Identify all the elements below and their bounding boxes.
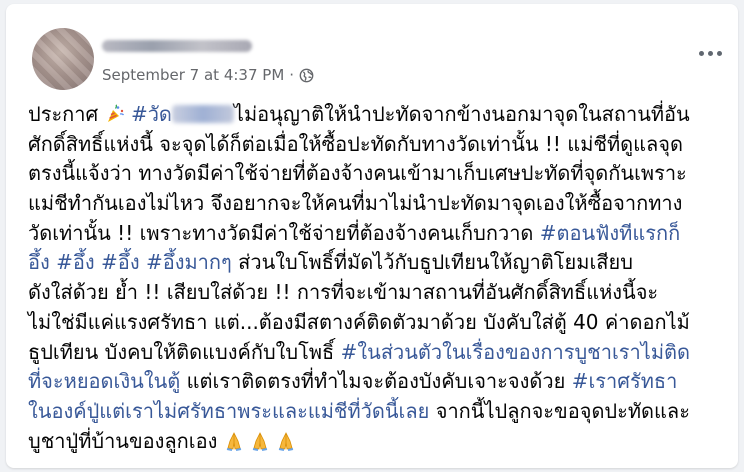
post-line: บูชาปู่ที่บ้านของลูกเอง: [28, 427, 736, 457]
post-line: ไม่ใช่มีแค่แรงศรัทธา แต่...ต้องมีสตางค์ต…: [28, 308, 736, 338]
post-card: September 7 at 4:37 PM · ประกาศ #วัด ไม่อ…: [6, 4, 738, 468]
folded-hands-icon: [279, 431, 294, 451]
text-segment: ธูปเทียน บังคบให้ติดแบงค์กับใบโพธิ์: [28, 339, 335, 364]
post-line: ธูปเทียน บังคบให้ติดแบงค์กับใบโพธิ์ #ในส…: [28, 338, 736, 368]
author-name-redacted[interactable]: [102, 40, 252, 52]
text-segment: ตรงนี้แจ้งว่า ทางวัดมีค่าใช้จ่ายที่ต้องจ…: [28, 161, 687, 186]
post-line: ในองค์ปู่แต่เราไม่ศรัทธาพระและแม่ชีที่วั…: [28, 397, 736, 427]
text-segment: แต่เราติดตรงที่ทำไมจะต้องบังคับเจาะจงด้ว…: [186, 369, 566, 394]
hashtag-link[interactable]: ในองค์ปู่แต่เราไม่ศรัทธาพระและแม่ชีที่วั…: [28, 399, 429, 423]
folded-hands-icon: [252, 431, 268, 451]
post-line: วัดเท่านั้น !! เพราะทางวัดมีค่าใช้จ่ายที…: [28, 219, 736, 249]
hashtag-link[interactable]: อึ้ง: [28, 250, 50, 274]
meta-separator: ·: [289, 66, 295, 84]
folded-hands-icon: [226, 431, 241, 451]
hashtag-link[interactable]: #อึ้ง: [101, 250, 140, 274]
post-line: อึ้ง #อึ้ง #อึ้ง #อึ้งมากๆ ส่วนใบโพธิ์ที…: [28, 248, 736, 278]
hashtag-link[interactable]: #วัด: [131, 102, 172, 126]
post-line: ศักดิ์สิทธิ์แห่งนี้ จะจุดได้ก็ต่อเมื่อให…: [28, 130, 736, 160]
post-line: แม่ชีทำกันเองไม่ไหว จึงอยากจะให้คนที่มาไ…: [28, 189, 736, 219]
text-segment: ไม่อนุญาติให้นำปะทัดจากข้างนอกมาจุดในสถา…: [233, 102, 690, 126]
text-segment: วัดเท่านั้น !! เพราะทางวัดมีค่าใช้จ่ายที…: [28, 220, 534, 245]
post-meta: September 7 at 4:37 PM ·: [102, 66, 314, 84]
text-segment: ไม่ใช่มีแค่แรงศรัทธา แต่...ต้องมีสตางค์ต…: [28, 309, 690, 334]
post-timestamp[interactable]: September 7 at 4:37 PM: [102, 66, 284, 84]
more-options-icon[interactable]: [696, 44, 724, 62]
hashtag-link[interactable]: #ตอนฟังทีแรกก็: [540, 221, 680, 245]
globe-icon[interactable]: [299, 68, 314, 83]
text-segment: แม่ชีทำกันเองไม่ไหว จึงอยากจะให้คนที่มาไ…: [28, 191, 683, 216]
post-text: ประกาศ #วัด ไม่อนุญาติให้นำปะทัดจากข้างนอ…: [28, 100, 736, 456]
redacted-temple-name: [171, 105, 234, 123]
text-segment: ดังใส่ด้วย ย้ำ !! เสียบใส่ด้วย !! การที่…: [28, 280, 659, 305]
text-segment: จากนี้ไปลูกจะขอจุดปะทัดและ: [435, 398, 690, 423]
hashtag-link[interactable]: #เราศรัทธา: [572, 369, 678, 393]
hashtag-link[interactable]: #อึ้งมากๆ: [146, 250, 232, 274]
text-segment: ศักดิ์สิทธิ์แห่งนี้ จะจุดได้ก็ต่อเมื่อให…: [28, 131, 683, 156]
text-segment: ประกาศ: [28, 102, 99, 126]
post-line: ดังใส่ด้วย ย้ำ !! เสียบใส่ด้วย !! การที่…: [28, 278, 736, 308]
avatar[interactable]: [32, 28, 94, 90]
hashtag-link[interactable]: ที่จะหยอดเงินในตู้: [28, 369, 180, 393]
hashtag-link[interactable]: #ในส่วนตัวในเรื่องของการบูชาเราไม่ติด: [341, 340, 690, 364]
post-line: ที่จะหยอดเงินในตู้ แต่เราติดตรงที่ทำไมจะ…: [28, 367, 736, 397]
hashtag-link[interactable]: #อึ้ง: [56, 250, 95, 274]
party-popper-icon: [107, 104, 124, 122]
post-line: ตรงนี้แจ้งว่า ทางวัดมีค่าใช้จ่ายที่ต้องจ…: [28, 159, 736, 189]
post-line: ประกาศ #วัด ไม่อนุญาติให้นำปะทัดจากข้างนอ…: [28, 100, 736, 130]
text-segment: ส่วนใบโพธิ์ที่มัดไว้กับธูปเทียนให้ญาติโย…: [238, 250, 633, 275]
text-segment: บูชาปู่ที่บ้านของลูกเอง: [28, 428, 218, 453]
